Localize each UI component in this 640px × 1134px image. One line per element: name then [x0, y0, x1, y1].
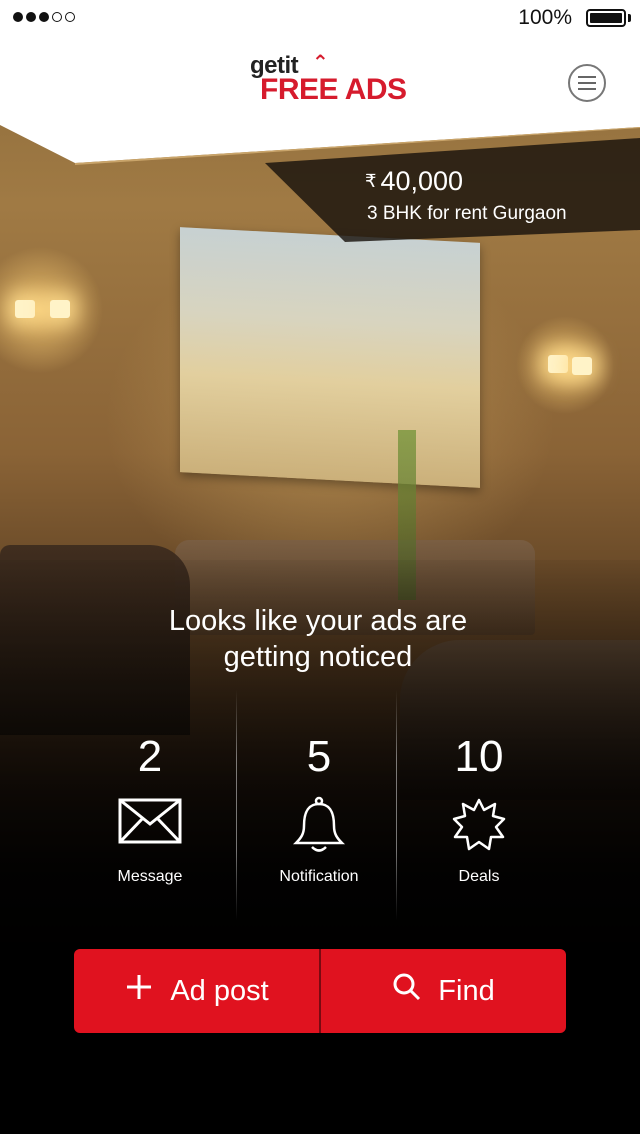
app-logo: getit ⌃ FREE ADS — [250, 52, 407, 107]
plus-icon — [124, 972, 154, 1010]
stat-message[interactable]: 2 Message — [70, 690, 230, 920]
wall-painting — [180, 227, 480, 488]
hamburger-menu-icon[interactable] — [568, 64, 606, 102]
deals-label: Deals — [458, 868, 500, 885]
message-label: Message — [117, 868, 183, 885]
featured-title[interactable]: 3 BHK for rent Gurgaon — [367, 203, 567, 225]
rupee-symbol: ₹ — [365, 171, 377, 191]
wall-lamp — [50, 300, 70, 318]
signal-strength-icon — [13, 12, 75, 22]
headline-line2: getting noticed — [223, 641, 413, 673]
notification-label: Notification — [279, 868, 359, 885]
message-count: 2 — [137, 732, 163, 781]
stat-deals[interactable]: 10 Deals — [399, 690, 559, 920]
ad-post-label: Ad post — [170, 974, 269, 1007]
headline-line1: Looks like your ads are — [168, 605, 468, 637]
stat-divider — [236, 690, 237, 920]
battery-percentage: 100% — [518, 6, 572, 29]
wall-lamp — [15, 300, 35, 318]
find-button[interactable]: Find — [321, 949, 566, 1033]
notification-count: 5 — [306, 732, 332, 781]
battery-tip — [628, 14, 631, 22]
deals-count: 10 — [454, 732, 504, 781]
featured-price[interactable]: ₹40,000 — [365, 166, 463, 197]
envelope-icon — [118, 798, 182, 849]
wall-lamp — [548, 355, 568, 373]
status-bar: 100% — [0, 0, 640, 38]
action-bar: Ad post Find — [74, 949, 566, 1033]
wall-lamp — [572, 357, 592, 375]
search-icon — [392, 972, 422, 1010]
bell-icon — [292, 796, 346, 859]
price-value: 40,000 — [380, 166, 464, 196]
headline: Looks like your ads are getting noticed — [0, 603, 636, 675]
find-label: Find — [438, 974, 495, 1007]
battery-icon — [586, 9, 626, 27]
stat-notification[interactable]: 5 Notification — [239, 690, 399, 920]
logo-free-ads-text: FREE ADS — [260, 73, 407, 106]
logo-arrow-icon: ⌃ — [312, 52, 329, 74]
badge-star-icon — [452, 798, 506, 857]
stat-divider — [396, 690, 397, 920]
ad-post-button[interactable]: Ad post — [74, 949, 319, 1033]
stats-panel: 2 Message 5 Notification 10 Deals — [70, 690, 570, 920]
